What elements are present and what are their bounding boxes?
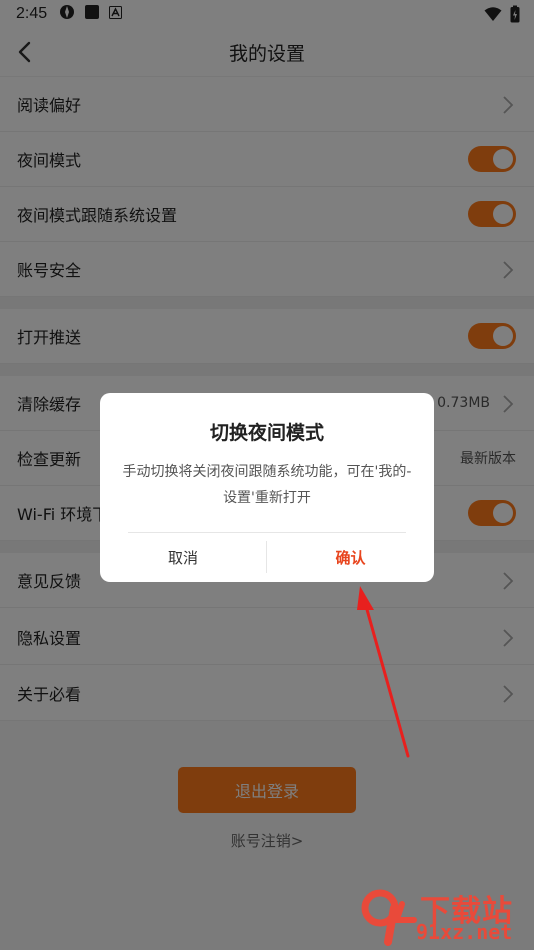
night-mode-dialog: 切换夜间模式 手动切换将关闭夜间跟随系统功能，可在'我的-设置'重新打开 取消 …	[100, 393, 434, 582]
dialog-message: 手动切换将关闭夜间跟随系统功能，可在'我的-设置'重新打开	[122, 464, 412, 506]
dialog-confirm-button[interactable]: 确认	[267, 533, 434, 582]
watermark-9f-icon	[361, 889, 417, 946]
watermark-url: 91xz.net	[416, 920, 513, 944]
dialog-cancel-button[interactable]: 取消	[100, 533, 266, 582]
watermark-logo: 下载站 91xz.net	[358, 886, 530, 946]
dialog-title: 切换夜间模式	[209, 422, 324, 444]
